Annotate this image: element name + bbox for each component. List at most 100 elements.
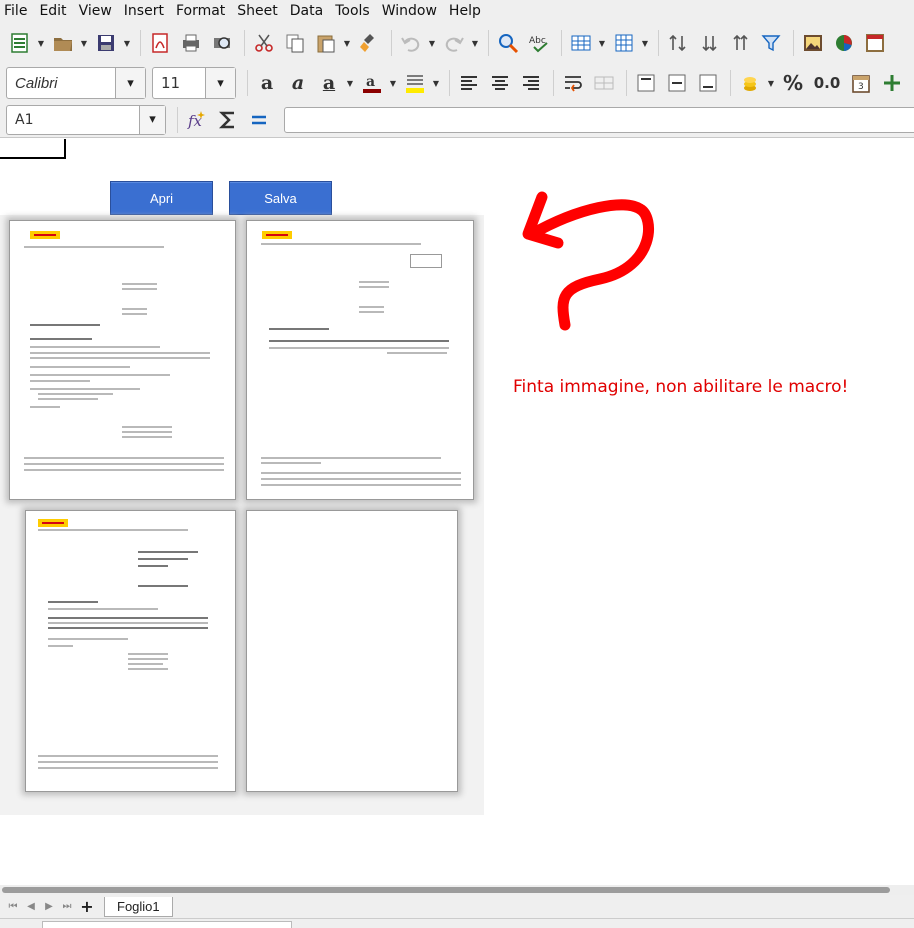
document-page-2 xyxy=(246,220,474,500)
percent-format-button[interactable]: % xyxy=(779,69,807,97)
name-box[interactable]: A1 ▾ xyxy=(6,104,166,135)
save-button[interactable]: Salva xyxy=(229,181,332,215)
tab-foglio1[interactable]: Foglio1 xyxy=(104,896,173,917)
dhl-logo xyxy=(262,231,292,239)
redo-icon[interactable] xyxy=(440,29,468,57)
add-decimal-icon[interactable] xyxy=(878,69,906,97)
toolbar-separator xyxy=(488,30,489,56)
paste-icon[interactable] xyxy=(312,29,340,57)
chevron-down-icon[interactable]: ▼ xyxy=(767,69,775,97)
toolbar-separator xyxy=(140,30,141,56)
sort-descending-icon[interactable] xyxy=(726,29,754,57)
align-right-icon[interactable] xyxy=(517,69,545,97)
pivot-table-icon[interactable] xyxy=(861,29,889,57)
chevron-down-icon[interactable]: ▼ xyxy=(346,69,354,97)
menu-help[interactable]: Help xyxy=(443,0,487,22)
copy-icon[interactable] xyxy=(281,29,309,57)
previous-sheet-icon[interactable]: ◀ xyxy=(22,901,40,912)
print-icon[interactable] xyxy=(177,29,205,57)
open-button[interactable]: Apri xyxy=(110,181,213,215)
menubar: File Edit View Insert Format Sheet Data … xyxy=(0,0,914,22)
sheet-grid[interactable]: Apri Salva Finta immagine, non abilitare… xyxy=(0,139,914,885)
menu-sheet[interactable]: Sheet xyxy=(231,0,283,22)
formula-bar: A1 ▾ fx xyxy=(0,102,914,138)
wrap-text-icon[interactable] xyxy=(559,69,587,97)
currency-format-icon[interactable] xyxy=(736,69,764,97)
cut-icon[interactable] xyxy=(250,29,278,57)
insert-chart-icon[interactable] xyxy=(830,29,858,57)
name-box-value: A1 xyxy=(15,111,34,128)
fake-document-image xyxy=(0,215,484,815)
svg-text:Abc: Abc xyxy=(529,36,546,46)
menu-format[interactable]: Format xyxy=(170,0,231,22)
chevron-down-icon[interactable]: ▼ xyxy=(37,29,45,57)
align-middle-icon[interactable] xyxy=(663,69,691,97)
autofilter-icon[interactable] xyxy=(757,29,785,57)
menu-insert[interactable]: Insert xyxy=(118,0,170,22)
chevron-down-icon[interactable]: ▼ xyxy=(641,29,649,57)
align-top-icon[interactable] xyxy=(632,69,660,97)
menu-edit[interactable]: Edit xyxy=(33,0,72,22)
find-replace-icon[interactable] xyxy=(494,29,522,57)
function-wizard-icon[interactable]: fx xyxy=(183,106,211,134)
scrollbar-thumb[interactable] xyxy=(2,887,890,893)
chevron-down-icon[interactable]: ▼ xyxy=(389,69,397,97)
menu-tools[interactable]: Tools xyxy=(329,0,376,22)
export-pdf-icon[interactable] xyxy=(146,29,174,57)
chevron-down-icon[interactable]: ▼ xyxy=(471,29,479,57)
sort-ascending-icon[interactable] xyxy=(695,29,723,57)
document-page-3 xyxy=(25,510,236,792)
decimal-format-button[interactable]: 0.0 xyxy=(810,69,844,97)
add-sheet-icon[interactable]: + xyxy=(76,897,98,916)
toolbar-separator xyxy=(793,30,794,56)
font-size-value: 11 xyxy=(161,74,181,92)
date-format-icon[interactable]: 3 xyxy=(847,69,875,97)
align-bottom-icon[interactable] xyxy=(694,69,722,97)
insert-image-icon[interactable] xyxy=(799,29,827,57)
sheet-tab-bar: ⏮ ◀ ▶ ⏭ + Foglio1 xyxy=(0,895,914,918)
column-icon[interactable] xyxy=(610,29,638,57)
chevron-down-icon[interactable]: ▼ xyxy=(80,29,88,57)
formula-input[interactable] xyxy=(284,107,914,133)
sum-icon[interactable] xyxy=(214,106,242,134)
cell-cursor xyxy=(0,139,66,159)
font-color-icon[interactable]: a xyxy=(358,69,386,97)
underline-icon[interactable]: a xyxy=(315,69,343,97)
align-left-icon[interactable] xyxy=(455,69,483,97)
save-icon[interactable] xyxy=(92,29,120,57)
spellcheck-icon[interactable]: Abc xyxy=(525,29,553,57)
chevron-down-icon[interactable]: ▼ xyxy=(598,29,606,57)
font-name-combobox[interactable]: Calibri ▾ xyxy=(6,67,146,99)
chevron-down-icon[interactable]: ▾ xyxy=(205,68,235,98)
align-center-icon[interactable] xyxy=(486,69,514,97)
formatting-toolbar: Calibri ▾ 11 ▾ a a a ▼ a ▼ ▼ ▼ % 0.0 3 xyxy=(0,64,914,102)
undo-icon[interactable] xyxy=(397,29,425,57)
chevron-down-icon[interactable]: ▼ xyxy=(432,69,440,97)
first-sheet-icon[interactable]: ⏮ xyxy=(4,901,22,912)
font-size-combobox[interactable]: 11 ▾ xyxy=(152,67,236,99)
new-document-icon[interactable] xyxy=(6,29,34,57)
merge-cells-icon[interactable] xyxy=(590,69,618,97)
sort-icon[interactable] xyxy=(664,29,692,57)
chevron-down-icon[interactable]: ▼ xyxy=(428,29,436,57)
bold-icon[interactable]: a xyxy=(253,69,281,97)
last-sheet-icon[interactable]: ⏭ xyxy=(58,901,76,912)
toolbar-separator xyxy=(658,30,659,56)
chevron-down-icon[interactable]: ▼ xyxy=(343,29,351,57)
chevron-down-icon[interactable]: ▾ xyxy=(139,105,165,134)
menu-view[interactable]: View xyxy=(73,0,118,22)
menu-file[interactable]: File xyxy=(0,0,33,22)
highlight-color-icon[interactable] xyxy=(401,69,429,97)
chevron-down-icon[interactable]: ▾ xyxy=(115,68,145,98)
menu-data[interactable]: Data xyxy=(284,0,329,22)
menu-window[interactable]: Window xyxy=(376,0,443,22)
formula-icon[interactable] xyxy=(245,106,273,134)
row-icon[interactable] xyxy=(567,29,595,57)
open-folder-icon[interactable] xyxy=(49,29,77,57)
print-preview-icon[interactable] xyxy=(208,29,236,57)
horizontal-scrollbar[interactable] xyxy=(0,885,914,895)
chevron-down-icon[interactable]: ▼ xyxy=(123,29,131,57)
next-sheet-icon[interactable]: ▶ xyxy=(40,901,58,912)
clone-formatting-icon[interactable] xyxy=(355,29,383,57)
italic-icon[interactable]: a xyxy=(284,69,312,97)
